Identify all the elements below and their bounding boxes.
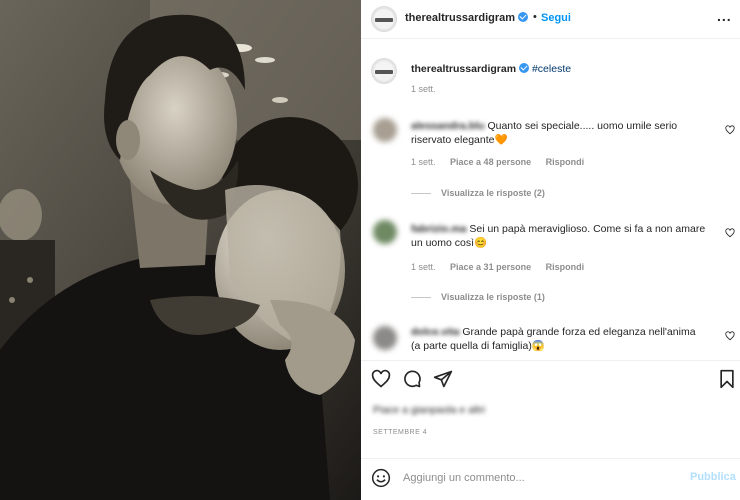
- verified-badge-icon: [519, 63, 530, 73]
- comment-avatar[interactable]: [373, 220, 397, 244]
- separator-dot: •: [533, 11, 537, 23]
- brand-logo: [375, 18, 393, 22]
- comment-emoji: 😊: [474, 237, 488, 249]
- comment-3: dolce.vita Grande papà grande forza ed e…: [411, 325, 721, 353]
- comment-time[interactable]: 1 sett.: [411, 262, 436, 272]
- heart-outline-icon[interactable]: [371, 369, 391, 389]
- like-comment-icon[interactable]: [725, 125, 735, 135]
- photo-illustration: [0, 0, 361, 500]
- share-icon[interactable]: [433, 369, 453, 389]
- actions-divider: [361, 360, 740, 361]
- caption-time[interactable]: 1 sett.: [411, 84, 436, 94]
- comment-username[interactable]: alessandra.blu: [411, 120, 485, 132]
- like-comment-icon[interactable]: [725, 331, 735, 341]
- author-username[interactable]: therealtrussardigram: [405, 12, 529, 24]
- caption-username[interactable]: therealtrussardigram: [411, 63, 516, 75]
- caption: therealtrussardigram #celeste: [411, 62, 571, 76]
- comment-emoji: 😱: [531, 340, 545, 352]
- comment-time[interactable]: 1 sett.: [411, 157, 436, 167]
- comment-icon[interactable]: [402, 369, 422, 389]
- comment-avatar[interactable]: [373, 118, 397, 142]
- comment-text: Grande papà grande forza ed eleganza nel…: [462, 326, 696, 338]
- caption-hashtag[interactable]: #celeste: [532, 63, 571, 75]
- comment-likes[interactable]: Piace a 48 persone: [450, 157, 531, 167]
- comment-username[interactable]: fabrizio.ma: [411, 223, 466, 235]
- post-date[interactable]: Settembre 4: [373, 429, 427, 436]
- comment-emoji: 🧡: [494, 134, 508, 146]
- view-replies-button[interactable]: Visualizza le risposte (1): [411, 292, 545, 302]
- comment-text: Quanto sei speciale..... uomo umile seri…: [487, 120, 678, 132]
- post-photo[interactable]: [0, 0, 361, 500]
- post-panel: therealtrussardigram • Segui ... thereal…: [361, 0, 740, 500]
- verified-badge-icon: [518, 12, 529, 22]
- author-avatar[interactable]: [371, 6, 397, 32]
- comment-2: fabrizio.ma Sei un papà meraviglioso. Co…: [411, 222, 721, 250]
- follow-button[interactable]: Segui: [541, 12, 571, 24]
- comment-likes[interactable]: Piace a 31 persone: [450, 262, 531, 272]
- comment-divider: [361, 458, 740, 459]
- reply-button[interactable]: Rispondi: [546, 262, 585, 272]
- publish-button[interactable]: Pubblica: [690, 471, 736, 483]
- caption-avatar[interactable]: [371, 58, 397, 84]
- reply-button[interactable]: Rispondi: [546, 157, 585, 167]
- comment-username[interactable]: dolce.vita: [411, 326, 459, 338]
- brand-logo: [375, 70, 393, 74]
- comment-meta: 1 sett. Piace a 31 persone Rispondi: [411, 262, 584, 272]
- bookmark-icon[interactable]: [717, 369, 737, 389]
- comment-text-cont: un uomo così: [411, 237, 475, 249]
- emoji-icon[interactable]: [371, 468, 391, 488]
- comment-text: Sei un papà meraviglioso. Come si fa a n…: [469, 223, 706, 235]
- comment-meta: 1 sett. Piace a 48 persone Rispondi: [411, 157, 584, 167]
- comment-avatar[interactable]: [373, 326, 397, 350]
- post-header: therealtrussardigram • Segui ...: [361, 0, 740, 39]
- likes-summary[interactable]: Piace a gianpaola e altri: [373, 403, 485, 417]
- comment-1: alessandra.blu Quanto sei speciale..... …: [411, 119, 721, 147]
- comment-text-cont: riservato elegante: [411, 134, 495, 146]
- add-comment-input[interactable]: Aggiungi un commento...: [403, 472, 525, 484]
- like-comment-icon[interactable]: [725, 228, 735, 238]
- more-options-icon[interactable]: ...: [717, 8, 732, 24]
- view-replies-button[interactable]: Visualizza le risposte (2): [411, 188, 545, 198]
- comment-text-cont: (a parte quella di famiglia): [411, 340, 532, 352]
